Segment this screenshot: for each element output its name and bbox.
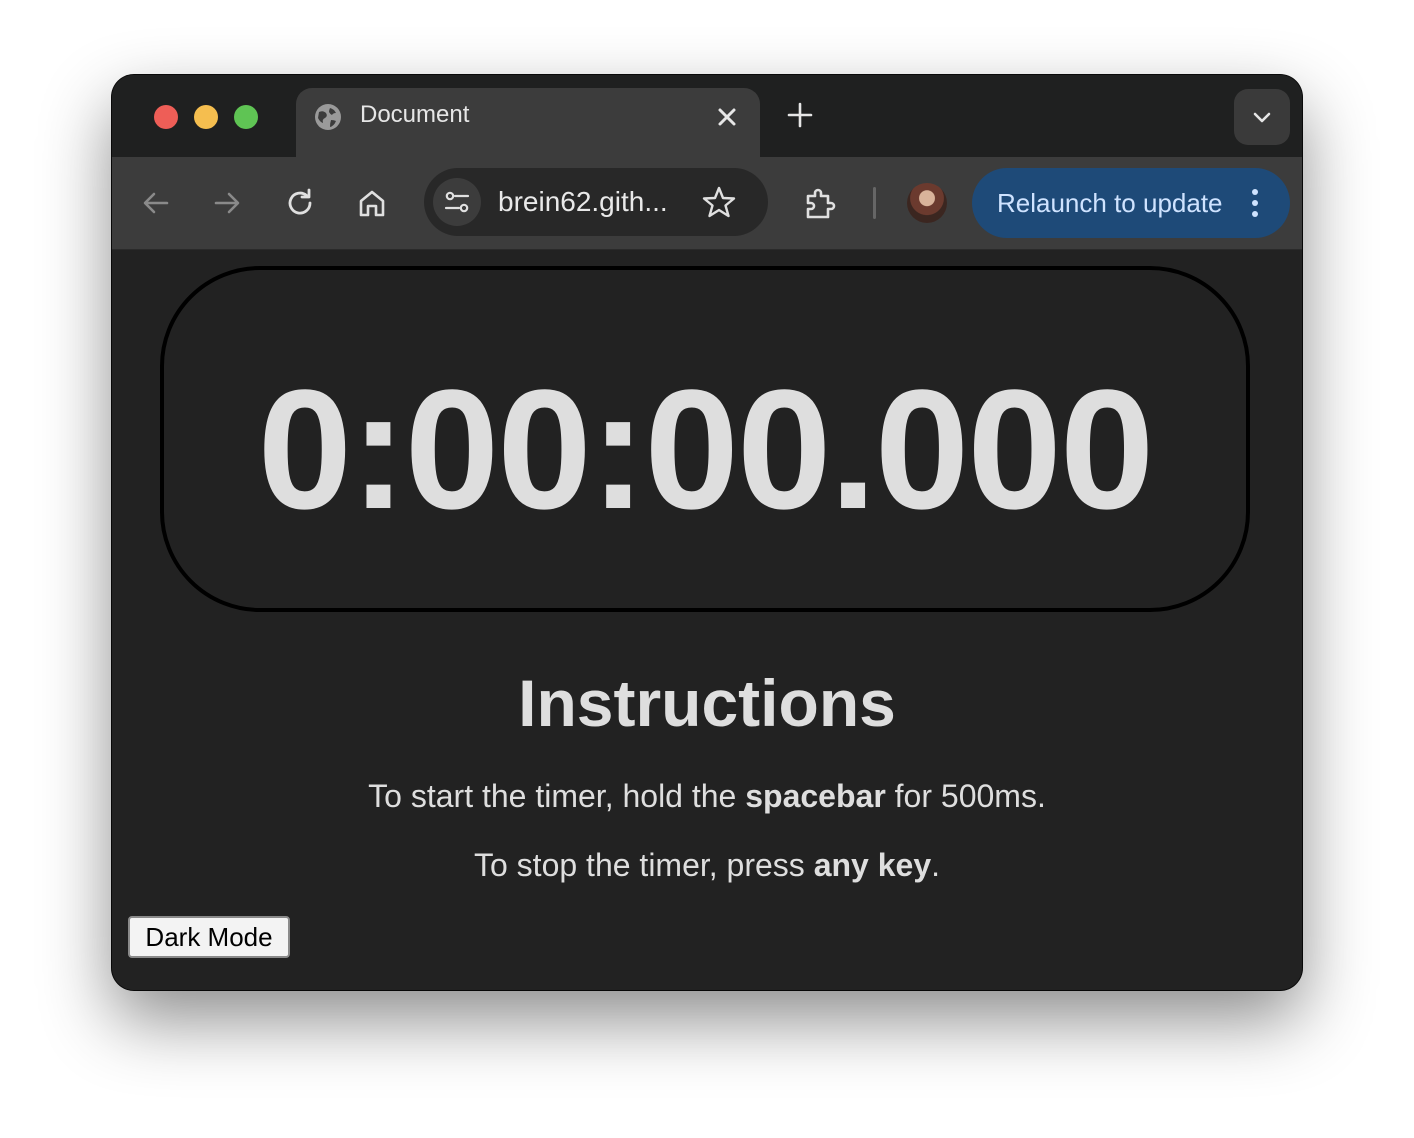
relaunch-label: Relaunch to update — [997, 188, 1223, 218]
instruction-stop-text: To stop the timer, press — [473, 847, 814, 883]
instruction-start-key: spacebar — [745, 778, 886, 814]
page-content: 0:00:00.000 Instructions To start the ti… — [112, 250, 1302, 990]
minimize-window-button[interactable] — [194, 105, 218, 129]
instruction-stop: To stop the timer, press any key. — [112, 847, 1302, 884]
tab-title: Document — [360, 101, 470, 128]
close-tab-icon[interactable] — [714, 104, 740, 130]
address-bar[interactable]: brein62.gith... — [424, 168, 768, 236]
timer-display: 0:00:00.000 — [257, 355, 1155, 545]
browser-toolbar: brein62.gith... Relaunch to update — [112, 157, 1302, 250]
home-icon[interactable] — [356, 187, 388, 219]
url-text: brein62.gith... — [498, 186, 668, 217]
site-info-button[interactable] — [433, 178, 481, 226]
reload-icon[interactable] — [284, 187, 316, 219]
more-vert-icon[interactable] — [1250, 188, 1260, 218]
title-bar: Document — [112, 75, 1302, 157]
instruction-stop-key: any key — [813, 847, 932, 883]
forward-arrow-icon[interactable] — [211, 187, 243, 219]
browser-tab[interactable]: Document — [296, 88, 760, 157]
instruction-stop-tail: . — [931, 847, 940, 883]
tab-search-button[interactable] — [1234, 89, 1290, 145]
maximize-window-button[interactable] — [234, 105, 258, 129]
instructions-heading: Instructions — [518, 666, 896, 740]
timer-panel: 0:00:00.000 — [160, 266, 1250, 612]
new-tab-plus-icon[interactable] — [786, 101, 814, 129]
dark-mode-button[interactable]: Dark Mode — [128, 916, 290, 958]
chevron-down-icon — [1253, 112, 1271, 123]
back-arrow-icon[interactable] — [140, 187, 172, 219]
bookmark-star-icon[interactable] — [702, 185, 736, 219]
profile-avatar[interactable] — [907, 183, 947, 223]
browser-window: Document brein62.gith... Relaunch to upd… — [112, 75, 1302, 990]
globe-icon — [313, 102, 343, 132]
instruction-start: To start the timer, hold the spacebar fo… — [112, 778, 1302, 815]
instruction-start-tail: for 500ms. — [885, 778, 1046, 814]
close-window-button[interactable] — [154, 105, 178, 129]
relaunch-to-update-button[interactable]: Relaunch to update — [972, 168, 1290, 238]
extensions-puzzle-icon[interactable] — [804, 187, 836, 219]
instruction-start-text: To start the timer, hold the — [368, 778, 746, 814]
toolbar-divider — [873, 187, 876, 219]
tune-icon — [444, 191, 470, 213]
